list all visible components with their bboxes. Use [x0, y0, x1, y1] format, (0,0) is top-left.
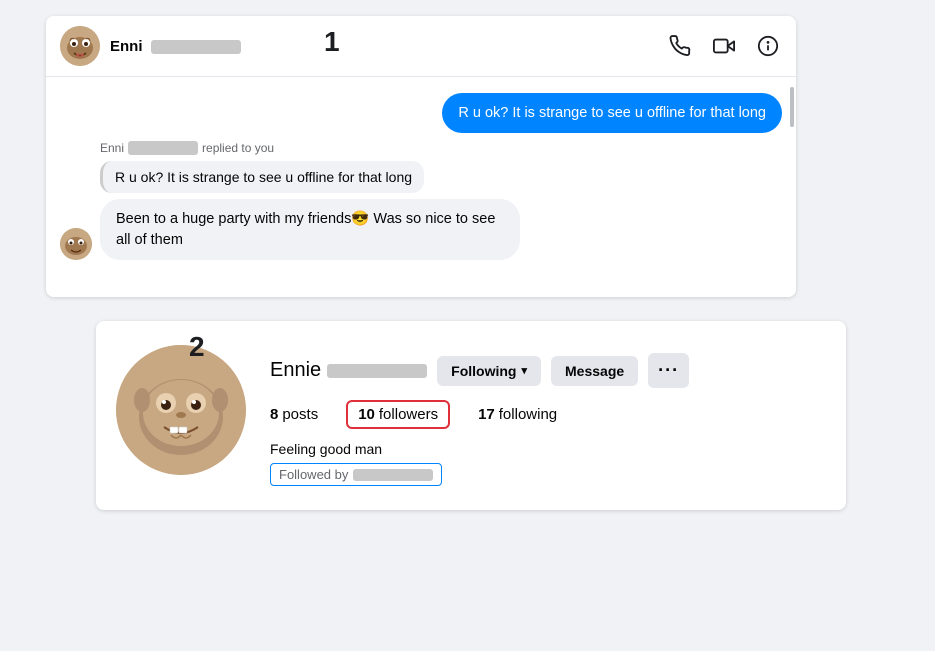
following-count: 17 — [478, 406, 495, 423]
chat-header-name: Enni — [110, 38, 666, 55]
more-label: ··· — [658, 360, 679, 380]
info-icon[interactable] — [754, 32, 782, 60]
incoming-text: Been to a huge party with my friends😎 Wa… — [116, 211, 495, 247]
outgoing-bubble: R u ok? It is strange to see u offline f… — [442, 93, 782, 133]
phone-call-icon[interactable] — [666, 32, 694, 60]
following-label: Following — [451, 363, 516, 379]
message-label: Message — [565, 363, 624, 379]
username-redacted — [327, 364, 427, 378]
username-text: Ennie — [270, 359, 321, 382]
profile-panel: Ennie Following ▾ Message ··· — [96, 321, 846, 510]
profile-bio: Feeling good man Followed by — [270, 441, 826, 486]
chat-header-icons — [666, 32, 782, 60]
chat-username-text: Enni — [110, 38, 143, 55]
followers-label: followers — [379, 406, 438, 423]
profile-info: Ennie Following ▾ Message ··· — [270, 345, 826, 486]
profile-top: Ennie Following ▾ Message ··· — [116, 345, 826, 486]
profile-stats: 8 posts 10 followers 17 following — [270, 400, 826, 429]
avatar-icon — [60, 26, 100, 66]
message-button[interactable]: Message — [551, 356, 638, 386]
username-redacted — [151, 40, 241, 54]
reply-message-group: Enni replied to you R u ok? It is strang… — [60, 141, 782, 195]
incoming-avatar — [60, 228, 92, 260]
reply-quoted-bubble: R u ok? It is strange to see u offline f… — [100, 161, 424, 193]
incoming-avatar-icon — [60, 228, 92, 260]
more-options-button[interactable]: ··· — [648, 353, 689, 388]
posts-label: posts — [282, 406, 318, 423]
profile-avatar-icon — [116, 345, 246, 475]
reply-quoted-text: R u ok? It is strange to see u offline f… — [115, 169, 412, 185]
posts-stat: 8 posts — [270, 406, 318, 423]
outgoing-text: R u ok? It is strange to see u offline f… — [458, 105, 766, 121]
followed-by-name-redacted — [353, 469, 433, 481]
incoming-bubble: Been to a huge party with my friends😎 Wa… — [100, 199, 520, 260]
chat-panel: Enni — [46, 16, 796, 297]
chevron-down-icon: ▾ — [521, 364, 527, 377]
section1-label: 1 — [324, 26, 340, 58]
following-button[interactable]: Following ▾ — [437, 356, 541, 386]
followed-by-row: Followed by — [270, 463, 442, 486]
reply-name-redacted — [128, 141, 198, 155]
video-call-icon[interactable] — [710, 32, 738, 60]
profile-avatar — [116, 345, 246, 475]
outgoing-message: R u ok? It is strange to see u offline f… — [60, 93, 782, 133]
profile-name-row: Ennie Following ▾ Message ··· — [270, 353, 826, 388]
incoming-message-group: Enni replied to you R u ok? It is strang… — [100, 141, 424, 195]
chat-messages: R u ok? It is strange to see u offline f… — [46, 77, 796, 297]
bio-text: Feeling good man — [270, 441, 826, 457]
followed-by-prefix: Followed by — [279, 467, 348, 482]
following-stat: 17 following — [478, 406, 557, 423]
followers-stat[interactable]: 10 followers — [346, 400, 450, 429]
reply-suffix-text: replied to you — [202, 141, 274, 155]
reply-header: Enni replied to you — [100, 141, 424, 155]
following-label: following — [499, 406, 557, 423]
chat-header-avatar — [60, 26, 100, 66]
reply-sender-name: Enni — [100, 141, 124, 155]
chat-header: Enni — [46, 16, 796, 77]
profile-username: Ennie — [270, 359, 427, 382]
posts-count: 8 — [270, 406, 278, 423]
incoming-message-row: Been to a huge party with my friends😎 Wa… — [60, 199, 782, 260]
section2-label: 2 — [189, 331, 205, 363]
followers-count: 10 — [358, 406, 375, 423]
